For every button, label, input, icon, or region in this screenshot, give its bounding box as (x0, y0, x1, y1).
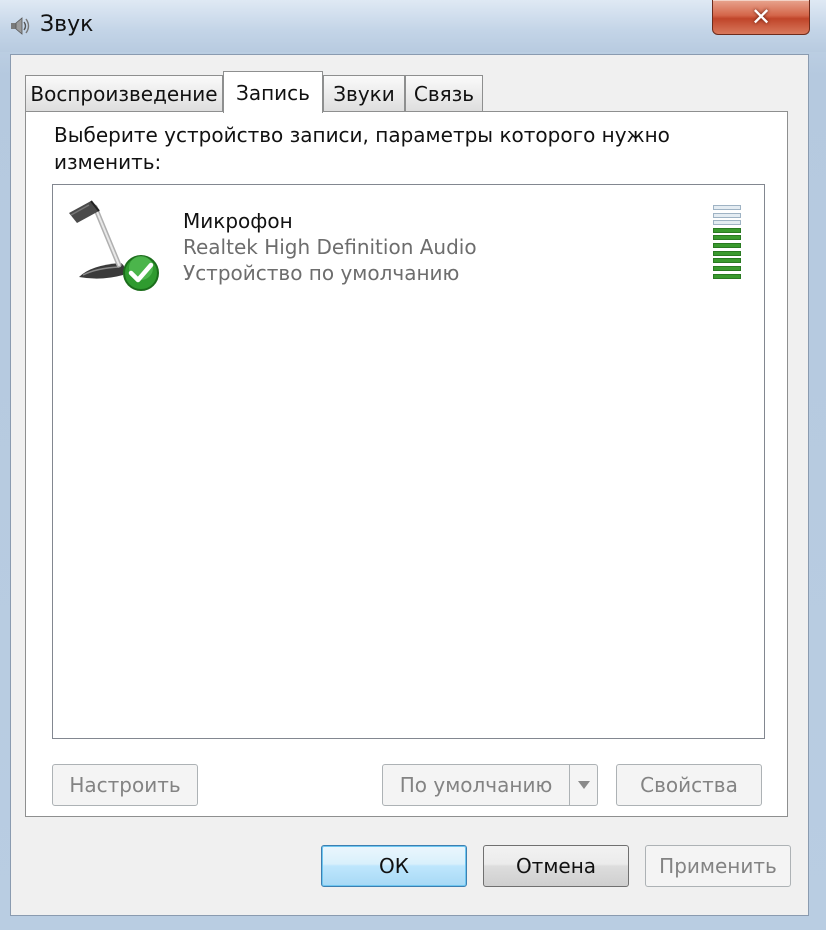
cancel-button-label: Отмена (515, 854, 597, 878)
close-icon: ✕ (750, 3, 772, 31)
window-title: Звук (40, 12, 94, 37)
level-segment (713, 243, 741, 249)
cancel-button[interactable]: Отмена (483, 845, 629, 887)
device-list[interactable]: Микрофон Realtek High Definition Audio У… (52, 184, 765, 739)
level-segment (713, 258, 741, 264)
tab-label: Связь (413, 81, 475, 106)
close-button[interactable]: ✕ (712, 0, 810, 35)
device-list-item[interactable]: Микрофон Realtek High Definition Audio У… (59, 189, 759, 291)
apply-button[interactable]: Применить (645, 845, 791, 887)
sound-dialog-window: Звук ✕ Воспроизведение Запись Звуки Связ… (0, 0, 826, 930)
set-default-split-button[interactable]: По умолчанию (382, 764, 598, 806)
level-segment (713, 205, 741, 210)
dropdown-arrow-icon[interactable] (569, 765, 597, 805)
device-name: Микрофон (183, 209, 293, 233)
instruction-text: Выберите устройство записи, параметры ко… (54, 123, 670, 174)
dialog-client-area: Воспроизведение Запись Звуки Связь Выбер… (10, 54, 809, 916)
level-segment (713, 273, 741, 279)
apply-button-label: Применить (659, 854, 777, 878)
configure-button[interactable]: Настроить (52, 764, 198, 806)
tab-sounds[interactable]: Звуки (323, 75, 405, 111)
check-icon (123, 255, 159, 291)
tab-label: Запись (236, 80, 310, 105)
level-segment (713, 250, 741, 256)
tab-communications[interactable]: Связь (405, 75, 483, 111)
level-segment (713, 227, 741, 233)
level-segment (713, 265, 741, 271)
ok-button-label: ОК (379, 854, 409, 878)
tab-label: Звуки (333, 81, 395, 106)
level-segment (713, 220, 741, 226)
level-segment (713, 212, 741, 218)
level-segment (713, 235, 741, 241)
ok-button[interactable]: ОК (321, 845, 467, 887)
configure-button-label: Настроить (69, 773, 181, 797)
properties-button-label: Свойства (640, 773, 738, 797)
tab-recording[interactable]: Запись (223, 71, 323, 113)
properties-button[interactable]: Свойства (616, 764, 762, 806)
level-meter (713, 205, 741, 285)
device-status: Устройство по умолчанию (183, 261, 460, 285)
title-bar[interactable]: Звук ✕ (0, 0, 826, 52)
tab-playback[interactable]: Воспроизведение (25, 75, 223, 111)
speaker-icon (11, 17, 30, 35)
tab-label: Воспроизведение (30, 81, 218, 106)
recording-tab-panel: Выберите устройство записи, параметры ко… (25, 111, 788, 817)
set-default-label: По умолчанию (399, 773, 553, 797)
device-driver: Realtek High Definition Audio (183, 235, 477, 259)
